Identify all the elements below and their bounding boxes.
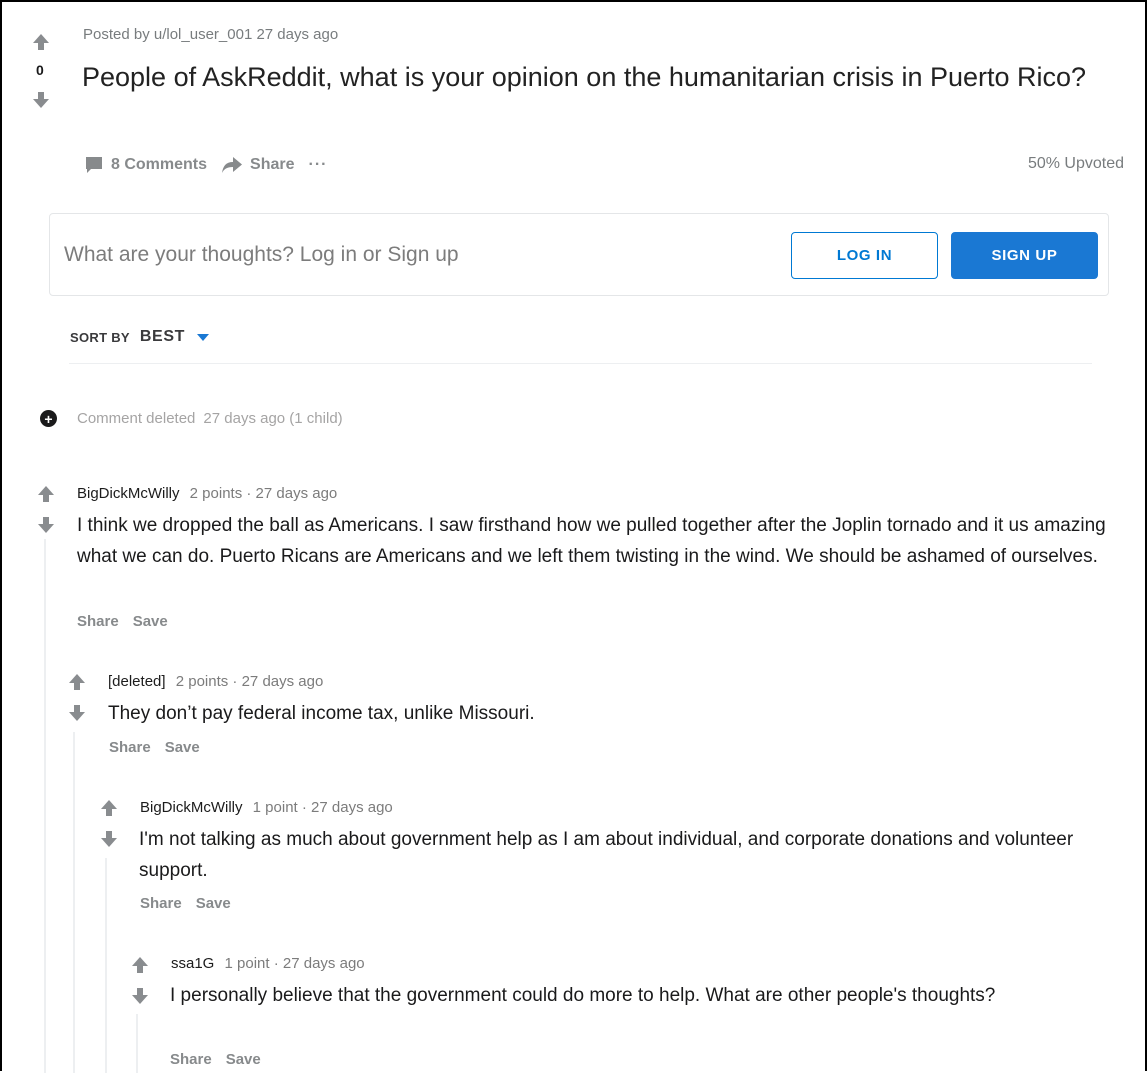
- comment-meta: ssa1G 1 point · 27 days ago: [171, 955, 365, 972]
- thread-line[interactable]: [73, 732, 75, 1073]
- save-button[interactable]: Save: [196, 895, 231, 912]
- thread-line[interactable]: [44, 539, 46, 1073]
- share-button[interactable]: Share: [140, 895, 182, 912]
- share-button[interactable]: Share: [221, 156, 295, 174]
- upvote-icon[interactable]: [99, 798, 119, 818]
- upvote-ratio: 50% Upvoted: [1027, 155, 1124, 172]
- comments-button[interactable]: 8 Comments: [84, 156, 207, 174]
- share-icon: [221, 156, 243, 174]
- downvote-icon[interactable]: [130, 986, 150, 1006]
- sort-label: SORT BY: [70, 329, 130, 345]
- upvote-icon[interactable]: [31, 32, 51, 52]
- comment-body: I'm not talking as much about government…: [139, 829, 1074, 881]
- comment-login-box: What are your thoughts? Log in or Sign u…: [49, 213, 1109, 296]
- sort-value: BEST: [139, 328, 185, 345]
- comment-body: They don’t pay federal income tax, unlik…: [108, 703, 535, 724]
- more-options-icon[interactable]: ···: [309, 156, 328, 174]
- downvote-icon[interactable]: [99, 829, 119, 849]
- thread-line[interactable]: [136, 1014, 138, 1073]
- downvote-icon[interactable]: [31, 90, 51, 110]
- deleted-label: Comment deleted: [77, 410, 196, 427]
- comment-points: 1 point · 27 days ago: [224, 955, 365, 972]
- save-button[interactable]: Save: [226, 1051, 261, 1068]
- upvote-icon[interactable]: [67, 672, 87, 692]
- sort-dropdown[interactable]: SORT BY BEST: [70, 328, 209, 346]
- post-author-line: Posted by u/lol_user_001 27 days ago: [83, 26, 339, 43]
- expand-plus-icon[interactable]: +: [40, 410, 57, 427]
- comment-body: I personally believe that the government…: [170, 985, 996, 1006]
- share-label: Share: [250, 156, 295, 173]
- post-score: 0: [36, 62, 44, 78]
- post-title[interactable]: People of AskReddit, what is your opinio…: [82, 60, 1132, 95]
- comment-body: I think we dropped the ball as Americans…: [77, 515, 1106, 567]
- comment-points: 2 points · 27 days ago: [175, 673, 324, 690]
- comment-actions: Share Save: [140, 895, 245, 912]
- comment-author[interactable]: ssa1G: [171, 955, 214, 972]
- comment-actions: Share Save: [170, 1051, 275, 1068]
- upvote-icon[interactable]: [36, 484, 56, 504]
- share-button[interactable]: Share: [109, 739, 151, 756]
- divider: [69, 363, 1092, 364]
- comment-points: 2 points · 27 days ago: [189, 485, 338, 502]
- comment-meta: [deleted] 2 points · 27 days ago: [108, 673, 323, 690]
- upvote-icon[interactable]: [130, 955, 150, 975]
- share-button[interactable]: Share: [170, 1051, 212, 1068]
- save-button[interactable]: Save: [165, 739, 200, 756]
- comment-points: 1 point · 27 days ago: [252, 799, 393, 816]
- comments-label: 8 Comments: [111, 156, 208, 173]
- deleted-meta: 27 days ago (1 child): [203, 410, 343, 427]
- log-in-button[interactable]: LOG IN: [791, 232, 938, 279]
- comment-prompt: What are your thoughts? Log in or Sign u…: [64, 243, 459, 266]
- downvote-icon[interactable]: [36, 515, 56, 535]
- caret-down-icon: [196, 333, 209, 341]
- downvote-icon[interactable]: [67, 703, 87, 723]
- deleted-comment: + Comment deleted 27 days ago (1 child): [40, 410, 343, 427]
- comment-author[interactable]: BigDickMcWilly: [140, 799, 243, 816]
- comment-actions: Share Save: [109, 739, 214, 756]
- comment-author[interactable]: BigDickMcWilly: [77, 485, 180, 502]
- comment-author[interactable]: [deleted]: [108, 673, 166, 690]
- post-actions: 8 Comments Share ···: [84, 154, 341, 176]
- comment-meta: BigDickMcWilly 2 points · 27 days ago: [77, 485, 337, 502]
- comment-meta: BigDickMcWilly 1 point · 27 days ago: [140, 799, 393, 816]
- comment-actions: Share Save: [77, 613, 182, 630]
- comment-icon: [84, 156, 104, 174]
- save-button[interactable]: Save: [133, 613, 168, 630]
- share-button[interactable]: Share: [77, 613, 119, 630]
- sign-up-button[interactable]: SIGN UP: [951, 232, 1098, 279]
- thread-line[interactable]: [105, 858, 107, 1073]
